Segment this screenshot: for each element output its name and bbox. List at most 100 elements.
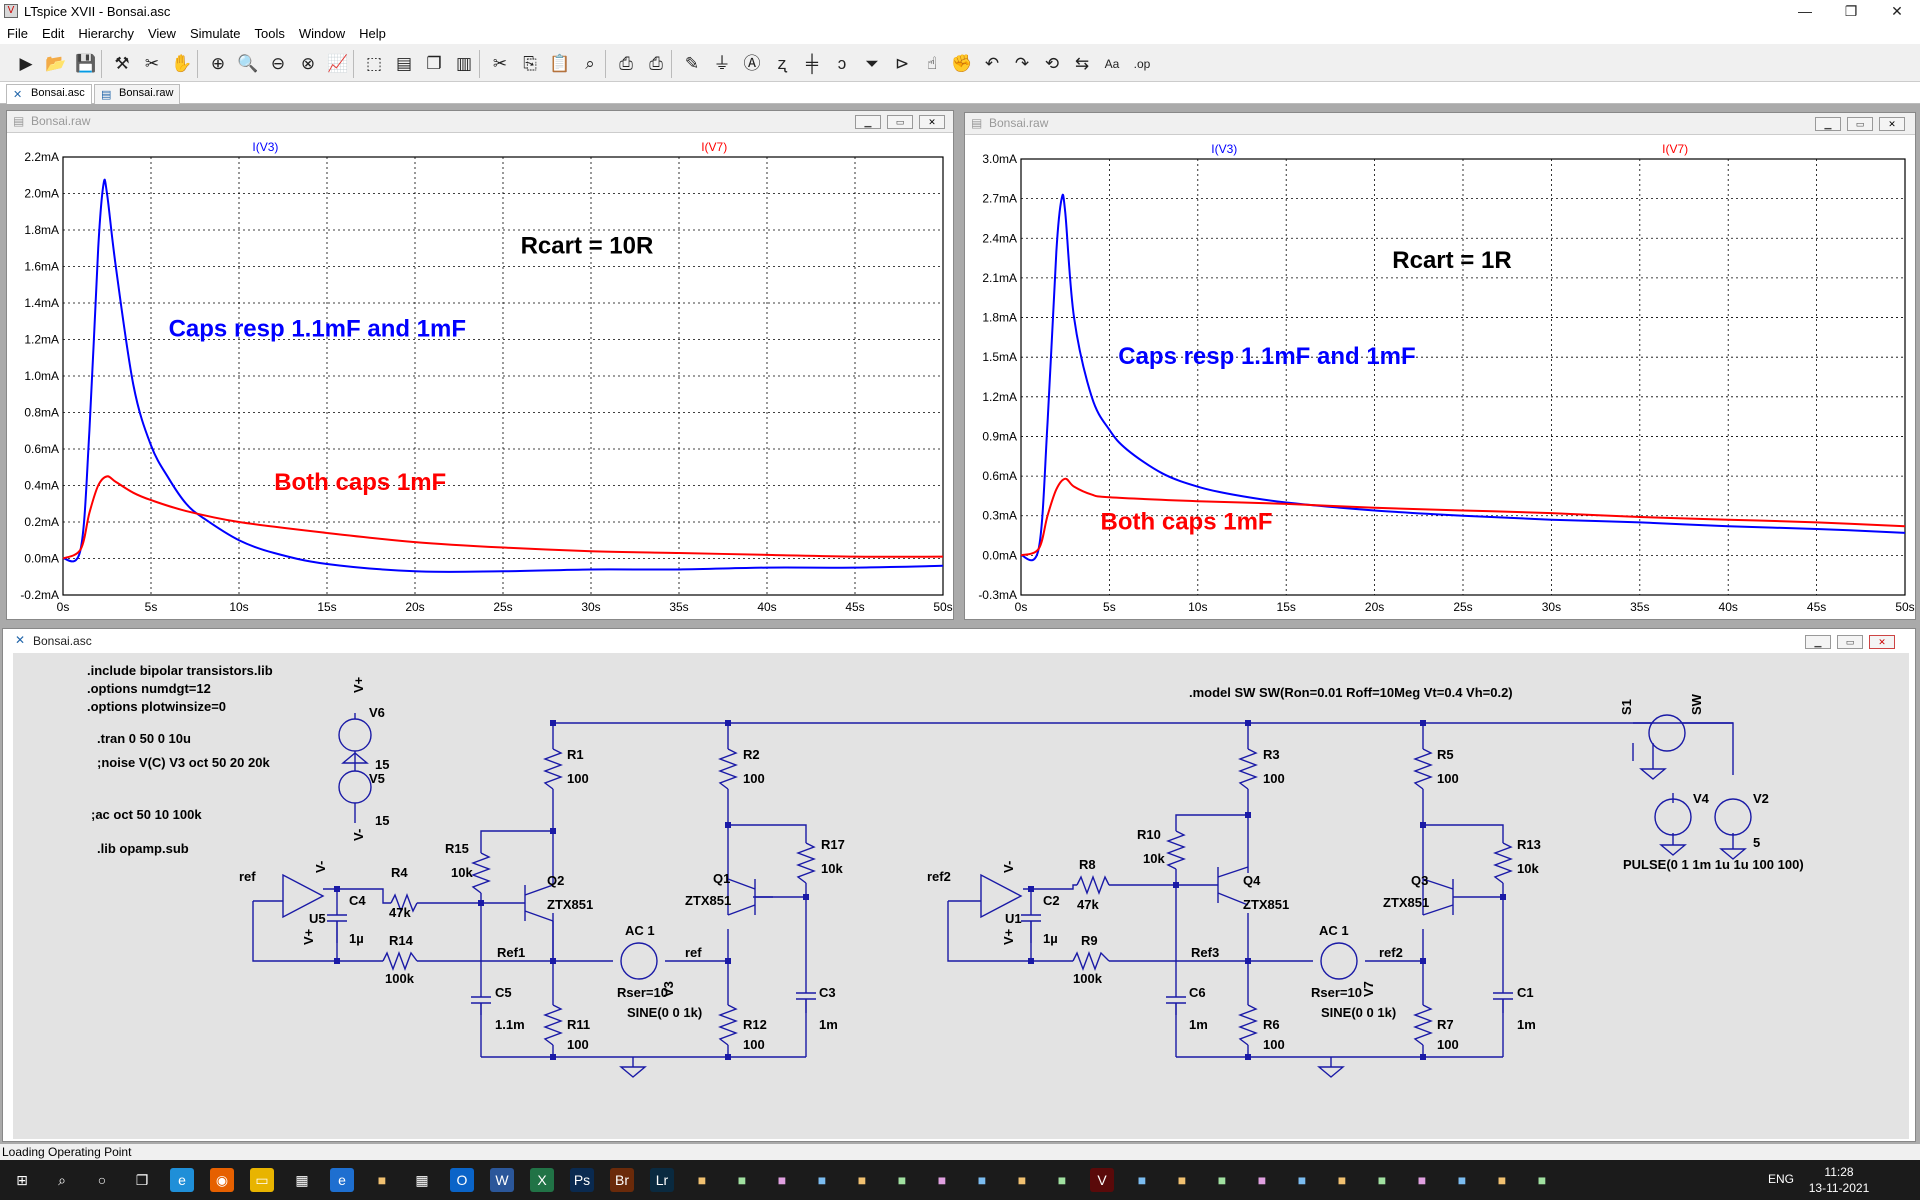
autorange-icon[interactable]: ⬚ xyxy=(362,52,386,76)
app-icon[interactable]: ■ xyxy=(1010,1168,1034,1192)
app-icon[interactable]: ■ xyxy=(890,1168,914,1192)
print-icon[interactable]: ⎙ xyxy=(614,52,638,76)
close-button[interactable]: ✕ xyxy=(1869,635,1895,649)
zoom-cancel-icon[interactable]: ⊗ xyxy=(296,52,320,76)
drag-icon[interactable]: ✊ xyxy=(950,52,974,76)
app-icon[interactable]: ■ xyxy=(1450,1168,1474,1192)
app-icon[interactable]: ■ xyxy=(810,1168,834,1192)
photoshop-icon[interactable]: Ps xyxy=(570,1168,594,1192)
app-icon[interactable]: ■ xyxy=(970,1168,994,1192)
copy-icon[interactable]: ⎘ xyxy=(518,52,542,76)
legend-iv3[interactable]: I(V3) xyxy=(1211,142,1237,156)
rotate-icon[interactable]: ⟲ xyxy=(1040,52,1064,76)
minimize-button[interactable]: ▁ xyxy=(855,115,881,129)
ie-icon[interactable]: e xyxy=(330,1168,354,1192)
legend-iv7[interactable]: I(V7) xyxy=(701,140,727,154)
legend-iv7[interactable]: I(V7) xyxy=(1662,142,1688,156)
minimize-button[interactable]: — xyxy=(1782,0,1828,24)
windows-start-icon[interactable]: ⊞ xyxy=(10,1168,34,1192)
app-icon[interactable]: ■ xyxy=(1530,1168,1554,1192)
ground-icon[interactable]: ⏚ xyxy=(710,52,734,76)
zoom-icon[interactable]: 🔍 xyxy=(236,52,260,76)
app-icon[interactable]: ■ xyxy=(1410,1168,1434,1192)
outlook-icon[interactable]: O xyxy=(450,1168,474,1192)
search-icon[interactable]: ⌕ xyxy=(50,1168,74,1192)
hand-icon[interactable]: ✋ xyxy=(170,52,194,76)
plot-window-right[interactable]: ▤ Bonsai.raw ▁ ▭ ✕ 0s 5s 10s 15s 20s 25s 30s 35s… xyxy=(964,112,1916,620)
component-icon[interactable]: ⊳ xyxy=(890,52,914,76)
tile-h-icon[interactable]: ▤ xyxy=(392,52,416,76)
paste-icon[interactable]: 📋 xyxy=(548,52,572,76)
undo-icon[interactable]: ↶ xyxy=(980,52,1004,76)
menu-window[interactable]: Window xyxy=(292,24,352,44)
maximize-button[interactable]: ❐ xyxy=(1828,0,1874,24)
menu-edit[interactable]: Edit xyxy=(35,24,71,44)
find-icon[interactable]: ⌕ xyxy=(578,52,602,76)
app-icon[interactable]: ■ xyxy=(1370,1168,1394,1192)
maximize-button[interactable]: ▭ xyxy=(1837,635,1863,649)
close-button[interactable]: ✕ xyxy=(1879,117,1905,131)
capacitor-icon[interactable]: ╪ xyxy=(800,52,824,76)
app-icon[interactable]: ■ xyxy=(1330,1168,1354,1192)
cascade-icon[interactable]: ❐ xyxy=(422,52,446,76)
zoom-out-icon[interactable]: ⊖ xyxy=(266,52,290,76)
tab-bonsai-asc[interactable]: ✕ Bonsai.asc xyxy=(6,84,92,104)
language-indicator[interactable]: ENG xyxy=(1768,1172,1794,1186)
app-icon[interactable]: ■ xyxy=(1130,1168,1154,1192)
cut-icon[interactable]: ✂ xyxy=(488,52,512,76)
minimize-button[interactable]: ▁ xyxy=(1805,635,1831,649)
app-icon[interactable]: ■ xyxy=(1290,1168,1314,1192)
app-icon[interactable]: ■ xyxy=(1250,1168,1274,1192)
app-icon[interactable]: ■ xyxy=(370,1168,394,1192)
app-icon[interactable]: ■ xyxy=(730,1168,754,1192)
plot-window-left[interactable]: ▤ Bonsai.raw ▁ ▭ ✕ 0s 5s 10s 15s 20s 25s 30s 35s… xyxy=(6,110,954,620)
inductor-icon[interactable]: ↄ xyxy=(830,52,854,76)
schematic-canvas[interactable]: .include bipolar transistors.lib .option… xyxy=(13,653,1909,1139)
diode-icon[interactable]: ⏷ xyxy=(860,52,884,76)
open-icon[interactable]: 📂 xyxy=(44,52,68,76)
menu-view[interactable]: View xyxy=(141,24,183,44)
redo-icon[interactable]: ↷ xyxy=(1010,52,1034,76)
text-icon[interactable]: Aa xyxy=(1100,52,1124,76)
file-explorer-icon[interactable]: ▭ xyxy=(250,1168,274,1192)
firefox-icon[interactable]: ◉ xyxy=(210,1168,234,1192)
print-setup-icon[interactable]: ⎙ xyxy=(644,52,668,76)
app-icon[interactable]: ■ xyxy=(1210,1168,1234,1192)
resistor-icon[interactable]: ʐ xyxy=(770,52,794,76)
app-icon[interactable]: ■ xyxy=(690,1168,714,1192)
app-icon[interactable]: ■ xyxy=(1490,1168,1514,1192)
close-button[interactable]: ✕ xyxy=(919,115,945,129)
close-button[interactable]: ✕ xyxy=(1874,0,1920,24)
menu-file[interactable]: File xyxy=(0,24,35,44)
hammer-icon[interactable]: ⚒ xyxy=(110,52,134,76)
lightroom-icon[interactable]: Lr xyxy=(650,1168,674,1192)
edge-icon[interactable]: e xyxy=(170,1168,194,1192)
word-icon[interactable]: W xyxy=(490,1168,514,1192)
tile-v-icon[interactable]: ▥ xyxy=(452,52,476,76)
app-icon[interactable]: ■ xyxy=(1170,1168,1194,1192)
op-icon[interactable]: .op xyxy=(1130,52,1154,76)
label-icon[interactable]: Ⓐ xyxy=(740,52,764,76)
calculator-icon[interactable]: ▦ xyxy=(410,1168,434,1192)
maximize-button[interactable]: ▭ xyxy=(1847,117,1873,131)
legend-iv3[interactable]: I(V3) xyxy=(252,140,278,154)
mirror-icon[interactable]: ⇆ xyxy=(1070,52,1094,76)
plot-icon[interactable]: 📈 xyxy=(326,52,350,76)
save-icon[interactable]: 💾 xyxy=(74,52,98,76)
store-icon[interactable]: ▦ xyxy=(290,1168,314,1192)
app-icon[interactable]: ■ xyxy=(850,1168,874,1192)
app-icon[interactable]: ■ xyxy=(930,1168,954,1192)
menu-tools[interactable]: Tools xyxy=(248,24,292,44)
clock[interactable]: 11:28 13-11-2021 xyxy=(1804,1164,1874,1196)
bridge-icon[interactable]: Br xyxy=(610,1168,634,1192)
cortana-icon[interactable]: ○ xyxy=(90,1168,114,1192)
pencil-icon[interactable]: ✎ xyxy=(680,52,704,76)
maximize-button[interactable]: ▭ xyxy=(887,115,913,129)
ltspice-icon[interactable]: V xyxy=(1090,1168,1114,1192)
menu-simulate[interactable]: Simulate xyxy=(183,24,248,44)
waveform-plot[interactable]: 0s 5s 10s 15s 20s 25s 30s 35s 40s 45s 50s -0.2mA 0.0… xyxy=(7,133,953,619)
menu-help[interactable]: Help xyxy=(352,24,393,44)
tab-bonsai-raw[interactable]: ▤ Bonsai.raw xyxy=(94,84,181,104)
waveform-plot[interactable]: 0s 5s 10s 15s 20s 25s 30s 35s 40s 45s 50s -0.3mA 0.0… xyxy=(965,135,1915,619)
task-view-icon[interactable]: ❐ xyxy=(130,1168,154,1192)
